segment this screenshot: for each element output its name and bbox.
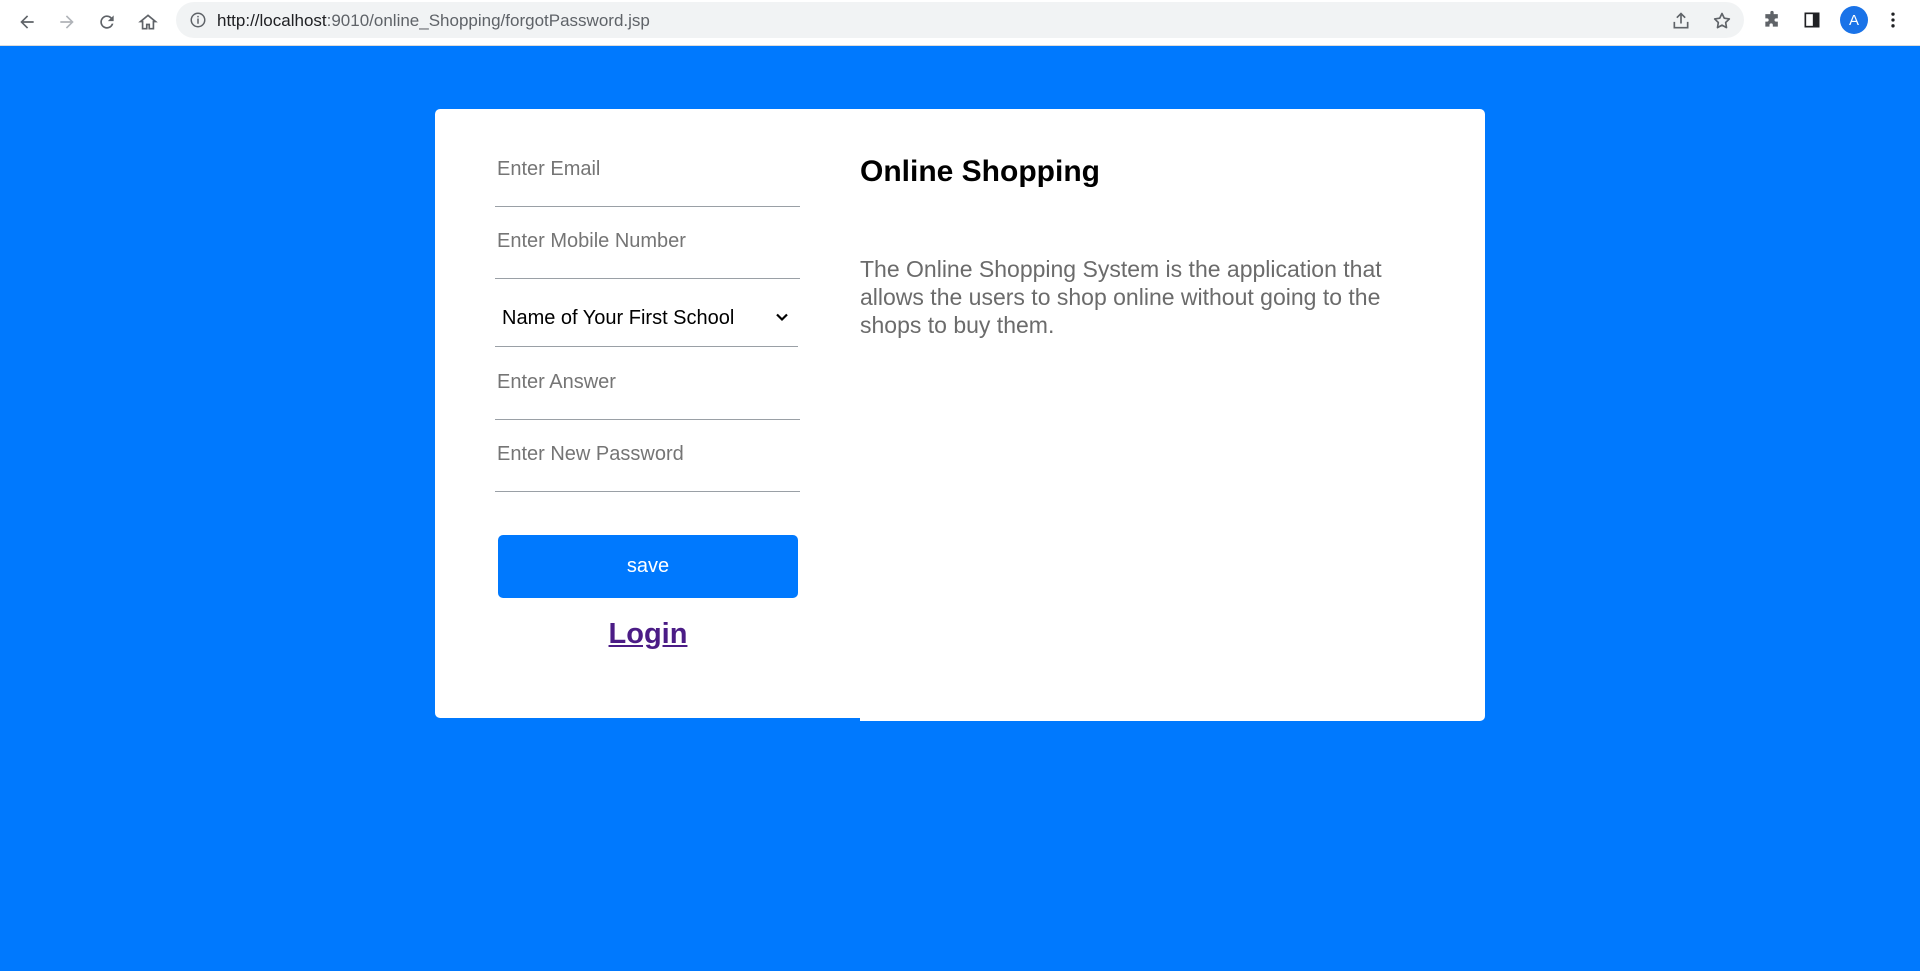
url-text: http://localhost:9010/online_Shopping/fo… [217, 11, 650, 31]
chevron-down-icon [776, 313, 788, 322]
reload-icon [100, 15, 114, 29]
security-question-select[interactable]: Name of Your First School [495, 280, 798, 347]
answer-input[interactable] [497, 371, 787, 394]
page-title: Online Shopping [860, 155, 1100, 188]
share-icon[interactable] [1670, 10, 1692, 32]
mobile-number-input[interactable] [497, 230, 787, 253]
side-panel-icon[interactable] [1799, 7, 1825, 33]
forward-button[interactable] [50, 5, 84, 39]
answer-field[interactable] [495, 349, 800, 420]
extensions-puzzle-icon[interactable] [1759, 7, 1785, 33]
login-link[interactable]: Login [498, 618, 798, 651]
bookmark-star-icon[interactable] [1711, 10, 1733, 32]
profile-avatar[interactable]: A [1840, 6, 1868, 34]
home-icon [138, 14, 158, 30]
new-password-field[interactable] [495, 421, 800, 492]
arrow-right-icon [60, 15, 74, 29]
info-panel [860, 109, 1485, 721]
email-input[interactable] [497, 158, 787, 181]
browser-toolbar: http://localhost:9010/online_Shopping/fo… [0, 0, 1920, 46]
mobile-field[interactable] [495, 208, 800, 279]
address-bar[interactable]: http://localhost:9010/online_Shopping/fo… [176, 2, 1744, 38]
new-password-input[interactable] [497, 443, 787, 466]
url-host: http://localhost [217, 11, 327, 30]
email-field[interactable] [495, 136, 800, 207]
app-description: The Online Shopping System is the applic… [860, 256, 1382, 338]
security-question-value: Name of Your First School [502, 307, 735, 329]
url-path: :9010/online_Shopping/forgotPassword.jsp [326, 11, 650, 30]
site-info-icon[interactable] [188, 10, 208, 30]
save-button[interactable]: save [498, 535, 798, 598]
home-button[interactable] [131, 5, 165, 39]
arrow-left-icon [20, 15, 34, 29]
reload-button[interactable] [90, 5, 124, 39]
back-button[interactable] [10, 5, 44, 39]
kebab-menu-icon[interactable] [1880, 7, 1906, 33]
